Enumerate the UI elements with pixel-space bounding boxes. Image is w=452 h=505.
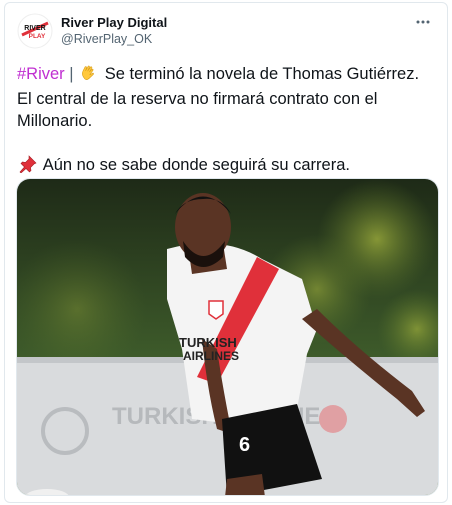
jersey-sponsor-line-2: AIRLINES (183, 349, 239, 363)
tweet-line-1-text: Se terminó la novela de Thomas Gutiérrez… (104, 65, 420, 83)
account-handle[interactable]: @RiverPlay_OK (61, 31, 167, 48)
tweet-photo[interactable]: TURKISH AIRLINES 6 TURKISH AIRLINES (16, 178, 439, 496)
ellipsis-icon (416, 20, 430, 24)
tweet-header: RIVER PLAY River Play Digital @RiverPlay… (5, 3, 447, 53)
svg-text:PLAY: PLAY (29, 33, 46, 40)
tweet-line-4: Aún no se sabe donde seguirá su carrera. (17, 154, 441, 179)
jersey-sponsor-line-1: TURKISH (179, 335, 237, 350)
separator: | (69, 65, 74, 83)
river-play-logo: RIVER PLAY (17, 13, 53, 49)
tweet-card: RIVER PLAY River Play Digital @RiverPlay… (4, 2, 448, 503)
waving-hand-icon (80, 64, 98, 88)
shorts-number: 6 (239, 434, 250, 456)
account-names: River Play Digital @RiverPlay_OK (61, 15, 167, 48)
more-options-button[interactable] (411, 13, 435, 31)
pushpin-icon (19, 155, 37, 179)
svg-text:RIVER: RIVER (24, 25, 45, 32)
tweet-line-1: #River | Se terminó la novela de Thomas … (17, 63, 441, 88)
tweet-text: #River | Se terminó la novela de Thomas … (17, 63, 441, 179)
tweet-line-3: Millonario. (17, 112, 93, 130)
hashtag-link[interactable]: #River (17, 65, 65, 83)
display-name[interactable]: River Play Digital (61, 15, 167, 31)
player-photo: TURKISH AIRLINES 6 TURKISH AIRLINES (17, 179, 438, 495)
avatar[interactable]: RIVER PLAY (17, 13, 53, 49)
tweet-line-4-text: Aún no se sabe donde seguirá su carrera. (42, 156, 350, 174)
tweet-line-2: El central de la reserva no firmará cont… (17, 90, 378, 108)
